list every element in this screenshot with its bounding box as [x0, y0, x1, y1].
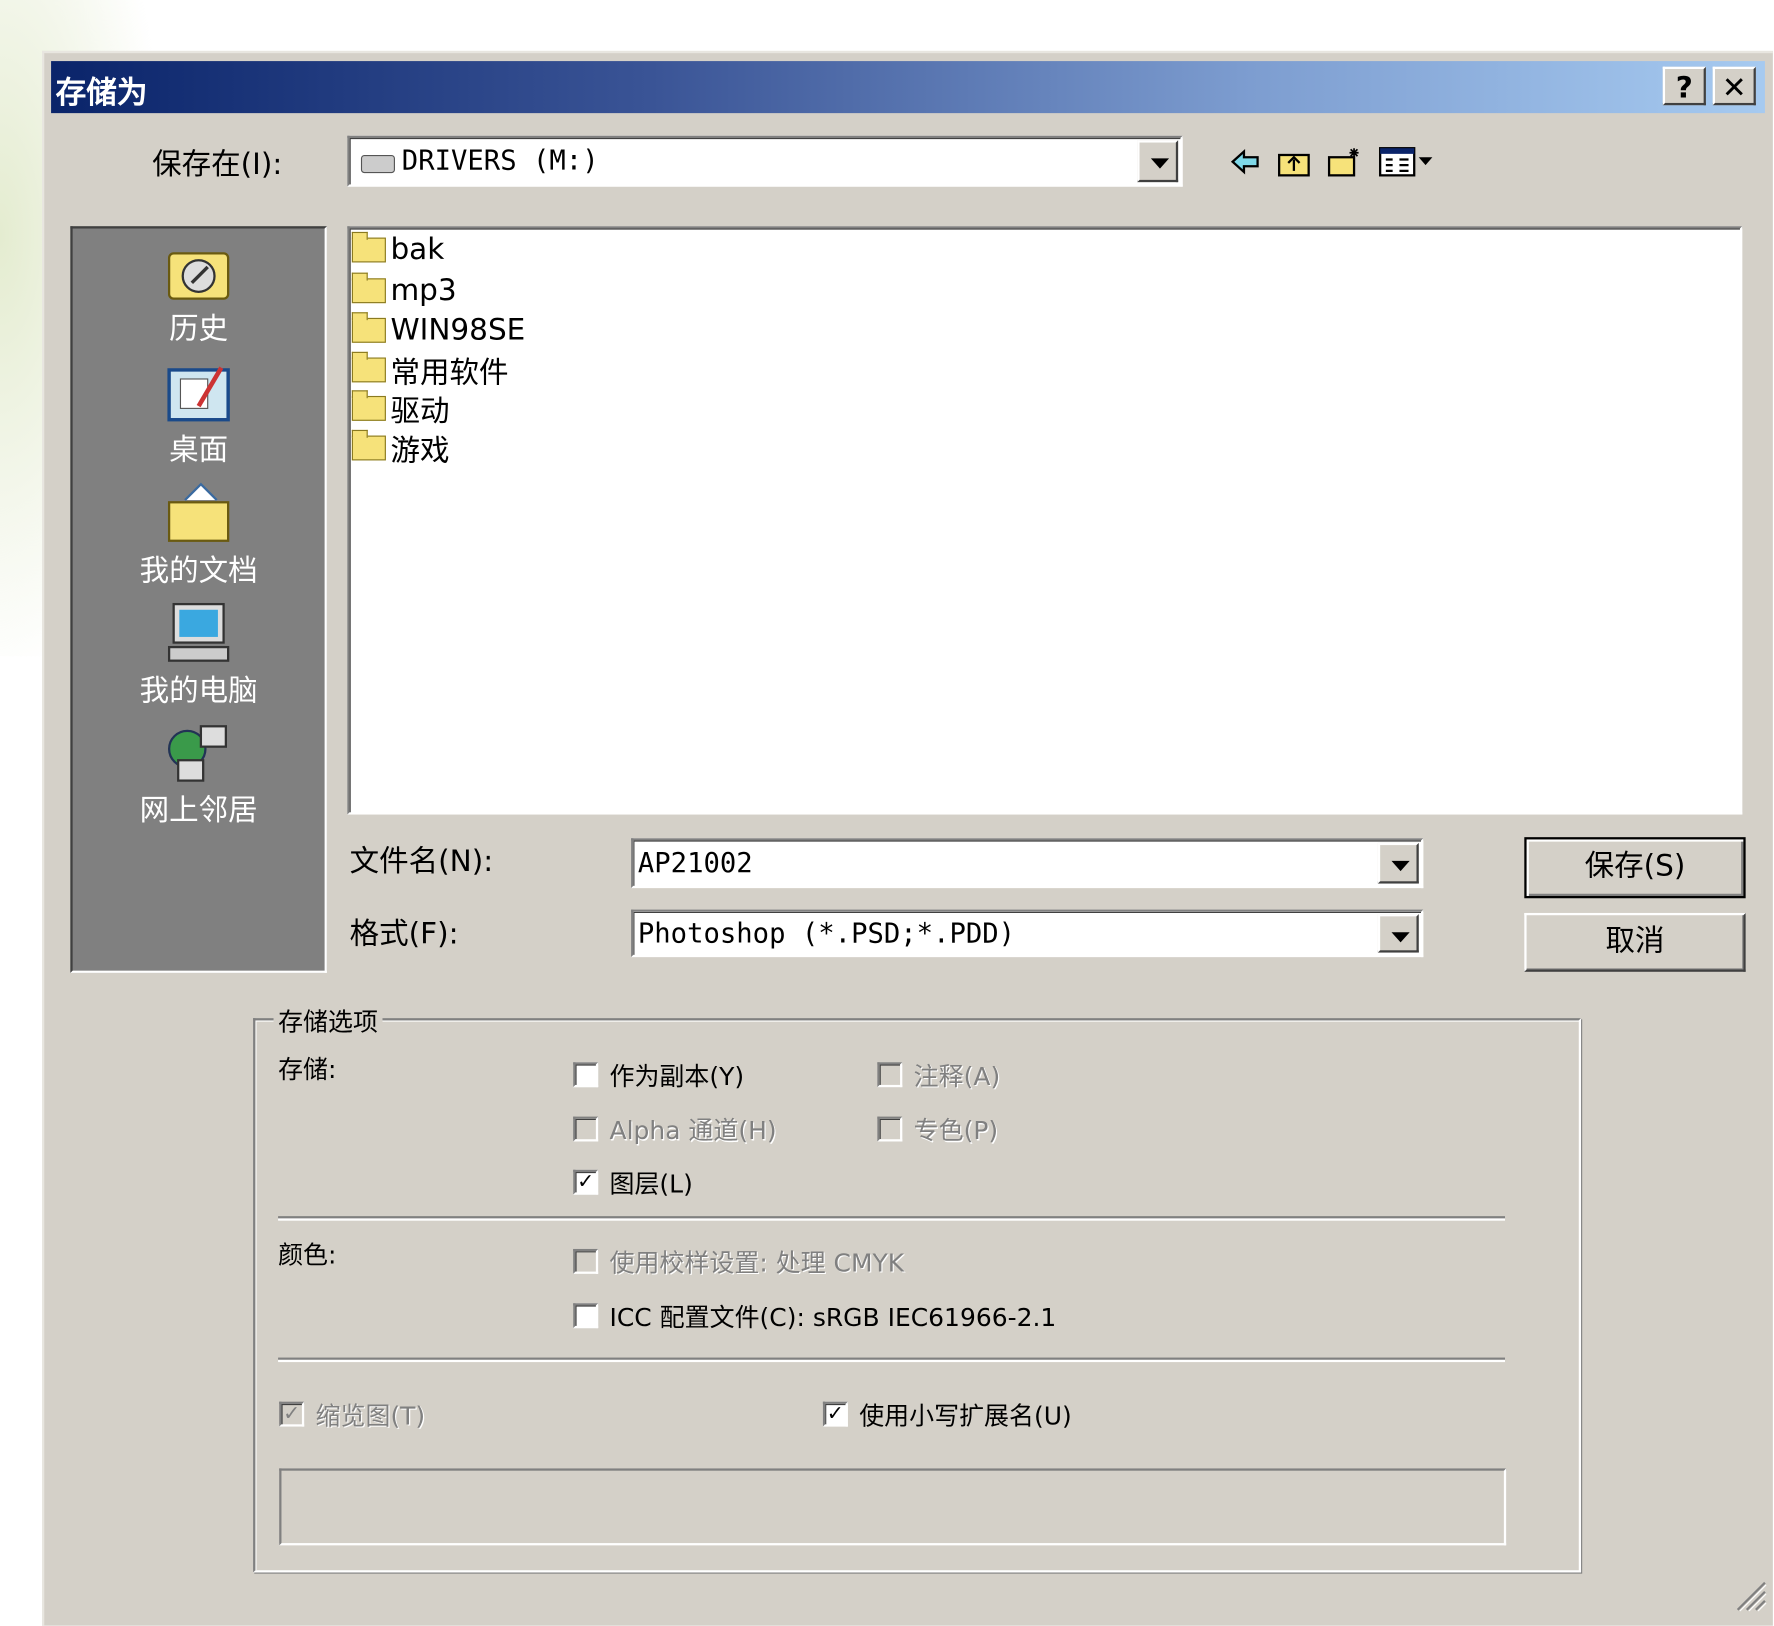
save-in-label: 保存在(I): — [152, 148, 283, 183]
divider — [278, 1357, 1506, 1363]
message-area — [279, 1468, 1507, 1546]
view-menu-icon[interactable] — [1378, 146, 1446, 178]
save-options-group: 存储选项 存储: 作为副本(Y) 注释(A) Alpha 通道(H) 专色(P)… — [253, 1002, 1582, 1573]
my-documents-icon — [167, 482, 230, 542]
color-section-label: 颜色: — [278, 1242, 337, 1271]
folder-icon — [351, 231, 386, 263]
place-my-documents[interactable]: 我的文档 — [73, 482, 325, 589]
new-folder-icon[interactable] — [1327, 146, 1361, 178]
lowercase-extension-checkbox[interactable]: ✓ 使用小写扩展名(U) — [822, 1396, 1072, 1432]
folder-name: 游戏 — [390, 433, 450, 468]
place-label: 网上邻居 — [139, 794, 258, 829]
network-icon — [167, 725, 227, 782]
file-list[interactable]: bak mp3 WIN98SE 常用软件 驱动 游戏 — [347, 226, 1743, 815]
place-desktop[interactable]: 桌面 — [73, 361, 325, 468]
checkbox-label: 缩览图(T) — [315, 1402, 426, 1432]
filename-dropdown-button[interactable] — [1377, 842, 1419, 884]
checkbox-box[interactable] — [573, 1116, 599, 1142]
annotations-checkbox[interactable]: 注释(A) — [877, 1057, 1000, 1093]
up-folder-icon[interactable] — [1277, 146, 1311, 178]
checkbox-box[interactable] — [877, 1116, 903, 1142]
filename-value: AP21002 — [637, 847, 753, 880]
checkbox-box[interactable] — [573, 1303, 599, 1329]
save-in-value: DRIVERS (M:) — [401, 144, 599, 177]
checkbox-label: 使用小写扩展名(U) — [859, 1402, 1072, 1432]
desktop-icon — [167, 366, 230, 422]
checkbox-box[interactable] — [573, 1248, 599, 1274]
place-label: 我的电脑 — [139, 674, 258, 709]
checkbox-box[interactable] — [573, 1062, 599, 1088]
folder-icon — [351, 272, 386, 304]
save-in-dropdown-button[interactable] — [1137, 140, 1179, 183]
folder-item[interactable]: bak — [351, 231, 445, 269]
place-network[interactable]: 网上邻居 — [73, 722, 325, 829]
place-label: 历史 — [169, 312, 229, 347]
folder-name: 常用软件 — [390, 355, 509, 390]
icc-profile-checkbox[interactable]: ICC 配置文件(C): sRGB IEC61966-2.1 — [573, 1298, 1056, 1334]
folder-name: 驱动 — [390, 394, 450, 429]
folder-item[interactable]: 游戏 — [351, 429, 450, 468]
save-as-dialog: 存储为 ? ✕ 保存在(I): DRIVERS (M:) 历史 桌面 我的文档 … — [41, 50, 1773, 1626]
checkbox-label: 作为副本(Y) — [609, 1063, 745, 1092]
checkbox-label: 专色(P) — [913, 1117, 999, 1147]
as-copy-checkbox[interactable]: 作为副本(Y) — [573, 1057, 744, 1093]
save-section-label: 存储: — [278, 1056, 337, 1085]
drive-icon — [360, 154, 395, 174]
layers-checkbox[interactable]: ✓ 图层(L) — [573, 1164, 693, 1200]
checkbox-label: Alpha 通道(H) — [609, 1117, 777, 1147]
place-history[interactable]: 历史 — [73, 240, 325, 347]
save-button[interactable]: 保存(S) — [1524, 837, 1746, 899]
close-button[interactable]: ✕ — [1712, 66, 1756, 106]
filename-input[interactable]: AP21002 — [631, 838, 1424, 889]
folder-item[interactable]: 驱动 — [351, 389, 450, 429]
history-icon — [167, 252, 230, 300]
checkbox-label: ICC 配置文件(C): sRGB IEC61966-2.1 — [609, 1304, 1057, 1333]
place-label: 桌面 — [169, 433, 229, 468]
folder-name: bak — [390, 233, 445, 267]
checkbox-label: 注释(A) — [913, 1063, 1001, 1092]
save-in-combobox[interactable]: DRIVERS (M:) — [347, 135, 1183, 187]
filename-label: 文件名(N): — [349, 845, 494, 880]
thumbnail-checkbox[interactable]: ✓ 缩览图(T) — [279, 1396, 425, 1432]
folder-icon — [351, 429, 386, 461]
folder-icon — [351, 351, 386, 383]
folder-item[interactable]: WIN98SE — [351, 311, 526, 349]
format-value: Photoshop (*.PSD;*.PDD) — [637, 917, 1016, 950]
resize-grip-icon[interactable] — [1733, 1578, 1767, 1612]
checkbox-box[interactable] — [877, 1062, 903, 1088]
folder-name: mp3 — [390, 273, 457, 308]
folder-item[interactable]: 常用软件 — [351, 351, 509, 390]
cancel-button[interactable]: 取消 — [1524, 912, 1746, 972]
window-title: 存储为 — [55, 75, 148, 111]
format-label: 格式(F): — [349, 917, 459, 952]
folder-item[interactable]: mp3 — [351, 272, 457, 310]
checkbox-label: 图层(L) — [609, 1170, 693, 1200]
back-icon[interactable] — [1228, 146, 1262, 178]
checkmark-icon[interactable]: ✓ — [822, 1401, 848, 1427]
format-dropdown-button[interactable] — [1377, 914, 1419, 953]
folder-name: WIN98SE — [390, 313, 526, 348]
checkmark-icon[interactable]: ✓ — [573, 1169, 599, 1195]
checkbox-label: 使用校样设置: 处理 CMYK — [609, 1250, 905, 1279]
my-computer-icon — [167, 602, 230, 662]
spot-colors-checkbox[interactable]: 专色(P) — [877, 1111, 998, 1147]
folder-icon — [351, 312, 386, 343]
help-button[interactable]: ? — [1662, 66, 1706, 106]
proof-setup-checkbox[interactable]: 使用校样设置: 处理 CMYK — [573, 1243, 904, 1279]
format-select[interactable]: Photoshop (*.PSD;*.PDD) — [631, 909, 1424, 958]
place-my-computer[interactable]: 我的电脑 — [73, 602, 325, 709]
place-label: 我的文档 — [139, 554, 258, 589]
checkmark-icon[interactable]: ✓ — [279, 1401, 305, 1427]
folder-icon — [351, 390, 386, 421]
divider — [278, 1216, 1506, 1221]
alpha-channels-checkbox[interactable]: Alpha 通道(H) — [573, 1111, 777, 1147]
group-legend: 存储选项 — [273, 1002, 383, 1039]
places-bar: 历史 桌面 我的文档 我的电脑 网上邻居 — [70, 226, 327, 973]
title-bar[interactable]: 存储为 ? ✕ — [51, 61, 1765, 114]
